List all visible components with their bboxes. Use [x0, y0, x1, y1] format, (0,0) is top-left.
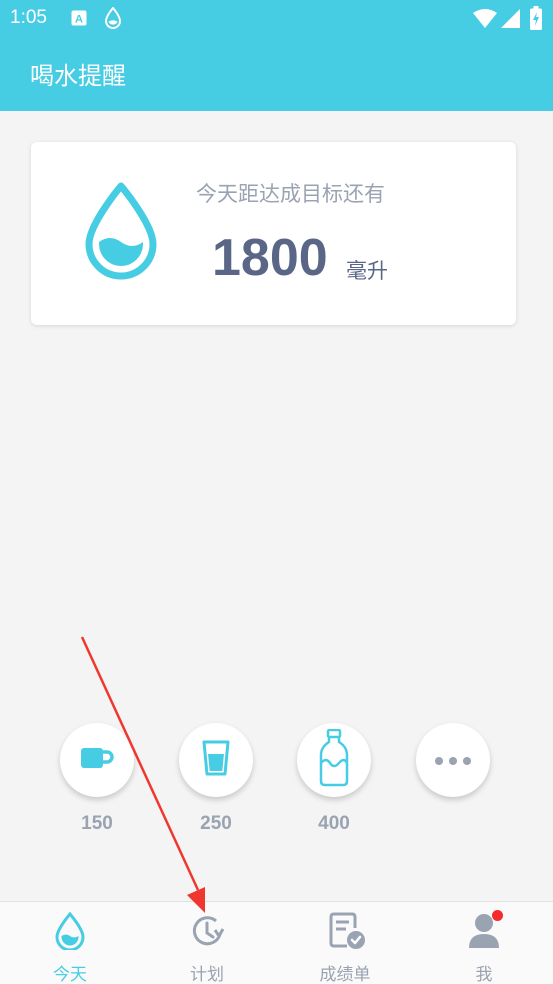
tab-me[interactable]: 我: [434, 902, 534, 984]
wifi-icon: [473, 9, 497, 33]
add-150-button[interactable]: [60, 723, 134, 797]
battery-charging-icon: [530, 6, 542, 34]
tab-report-card-label: 成绩单: [319, 965, 371, 984]
clock-refresh-icon: [190, 912, 225, 950]
tab-report-card[interactable]: 成绩单: [295, 902, 395, 984]
add-250-label: 250: [200, 813, 232, 834]
goal-card-title: 今天距达成目标还有: [196, 182, 385, 206]
goal-remaining-unit: 毫升: [346, 259, 388, 283]
water-drop-icon: [53, 911, 87, 952]
goal-remaining-value: 1800: [212, 229, 328, 287]
signal-icon: [501, 9, 521, 33]
notification-a-icon: A: [71, 10, 87, 30]
app-bar: 喝水提醒: [0, 38, 553, 111]
bottom-tab-bar: 今天 计划 成绩单 我: [0, 901, 553, 984]
status-bar: 1:05 A: [0, 0, 553, 38]
app-title: 喝水提醒: [30, 62, 126, 90]
tab-me-label: 我: [475, 965, 493, 984]
tab-today[interactable]: 今天: [20, 902, 120, 984]
tab-plan[interactable]: 计划: [157, 902, 257, 984]
water-drop-icon: [104, 6, 122, 33]
tab-plan-label: 计划: [190, 965, 224, 984]
coffee-cup-icon: [79, 745, 115, 775]
more-icon: [434, 751, 472, 770]
status-time: 1:05: [10, 7, 47, 28]
add-400-label: 400: [318, 813, 350, 834]
report-check-icon: [328, 912, 365, 950]
add-250-button[interactable]: [179, 723, 253, 797]
notification-badge: [492, 910, 503, 921]
more-button[interactable]: [416, 723, 490, 797]
tab-today-label: 今天: [53, 965, 87, 984]
water-drop-icon: [83, 182, 159, 284]
add-150-label: 150: [81, 813, 113, 834]
goal-card: 今天距达成目标还有 1800 毫升: [31, 142, 516, 325]
bottle-icon: [318, 728, 350, 791]
add-400-button[interactable]: [297, 723, 371, 797]
svg-text:A: A: [75, 14, 83, 26]
glass-icon: [202, 740, 230, 780]
